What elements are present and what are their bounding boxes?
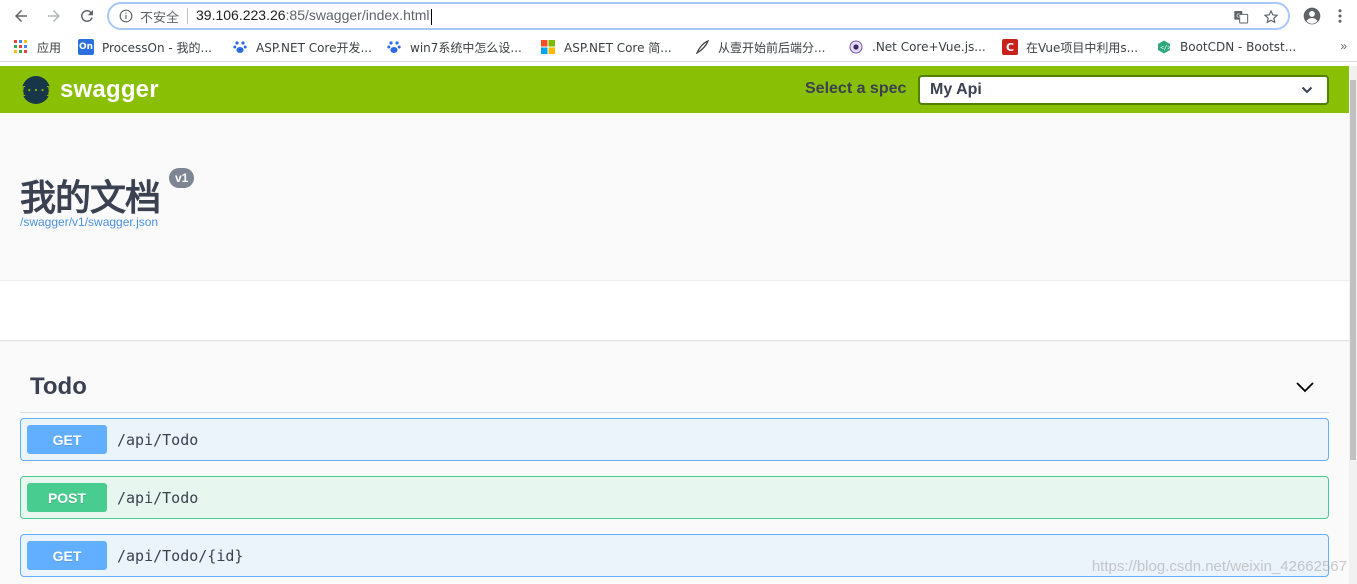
profile-button[interactable] <box>1300 4 1324 28</box>
baidu-paw-icon <box>232 39 248 55</box>
bookmark-label: ASP.NET Core开发... <box>256 40 372 55</box>
bookmark-frontend-backend[interactable]: 从壹开始前后端分... <box>694 38 825 56</box>
security-label[interactable]: 不安全 <box>140 7 179 26</box>
tag-name: Todo <box>30 373 87 400</box>
bookmark-label: ProcessOn - 我的... <box>102 40 212 55</box>
info-icon[interactable] <box>118 8 134 24</box>
swagger-logo-icon: {···} <box>19 76 53 104</box>
forward-button[interactable] <box>42 4 66 28</box>
operation-path: /api/Todo <box>117 431 199 449</box>
feather-icon <box>694 39 710 55</box>
operation-path: /api/Todo <box>117 489 199 507</box>
spec-select-value: My Api <box>930 81 982 98</box>
bookmark-netcore-vue[interactable]: .Net Core+Vue.js... <box>848 38 986 56</box>
csdn-icon: C <box>1002 39 1018 55</box>
bookmark-aspnet-core-intro[interactable]: ASP.NET Core 简... <box>540 38 672 56</box>
reload-button[interactable] <box>75 4 99 28</box>
operation-post-api-todo[interactable]: POST /api/Todo <box>20 476 1329 519</box>
swagger-topbar: {···} swagger Select a spec My Api <box>0 66 1349 113</box>
scheme-container <box>0 282 1349 341</box>
bootcdn-icon: </> <box>1156 39 1172 55</box>
microsoft-logo-icon <box>540 39 556 55</box>
back-button[interactable] <box>9 4 33 28</box>
url-host: 39.106.223.26 <box>196 7 286 24</box>
bookmark-win7[interactable]: win7系统中怎么设... <box>386 38 522 56</box>
translate-icon[interactable]: G <box>1232 8 1250 26</box>
bookmark-label: 在Vue项目中利用s... <box>1026 40 1139 55</box>
browser-window: 不安全 39.106.223.26:85/swagger/index.html … <box>0 0 1357 584</box>
operation-get-api-todo[interactable]: GET /api/Todo <box>20 418 1329 461</box>
method-badge-get: GET <box>27 425 107 454</box>
url-text[interactable]: 39.106.223.26:85/swagger/index.html <box>196 7 432 25</box>
eye-logo-icon <box>848 39 864 55</box>
svg-text:G: G <box>1236 14 1240 20</box>
bookmark-aspnet-core-dev[interactable]: ASP.NET Core开发... <box>232 38 372 56</box>
method-badge-post: POST <box>27 483 107 512</box>
forward-arrow-icon <box>48 10 60 22</box>
bookmark-star-icon[interactable] <box>1262 8 1280 26</box>
bookmark-label: win7系统中怎么设... <box>410 40 522 55</box>
page-scrollbar[interactable] <box>1349 66 1357 584</box>
chevron-down-icon <box>1301 86 1313 94</box>
bookmarks-overflow-button[interactable]: » <box>1340 39 1347 53</box>
bookmark-processon[interactable]: On ProcessOn - 我的... <box>78 38 212 56</box>
bookmark-vue-project[interactable]: C 在Vue项目中利用s... <box>1002 38 1138 56</box>
processon-icon: On <box>78 39 94 55</box>
spec-json-link[interactable]: /swagger/v1/swagger.json <box>20 215 158 229</box>
tag-header-todo[interactable]: Todo <box>20 365 1329 413</box>
account-icon <box>1303 7 1321 25</box>
back-arrow-icon <box>15 10 27 22</box>
swagger-logo-text: swagger <box>60 76 159 103</box>
text-caret <box>430 8 432 25</box>
menu-button[interactable] <box>1328 4 1352 28</box>
chevron-down-icon[interactable] <box>1295 377 1315 397</box>
method-badge-get: GET <box>27 541 107 570</box>
bookmark-bootcdn[interactable]: </> BootCDN - Bootst... <box>1156 38 1296 56</box>
api-info-section: 我的文档 v1 /swagger/v1/swagger.json <box>0 113 1349 281</box>
swagger-logo[interactable]: {···} swagger <box>19 76 159 104</box>
baidu-paw-icon <box>386 39 402 55</box>
bookmarks-bar: 应用 On ProcessOn - 我的... ASP.NET Core开发..… <box>0 32 1357 62</box>
bookmark-label: 从壹开始前后端分... <box>718 40 826 55</box>
bookmark-label: ASP.NET Core 简... <box>564 40 672 55</box>
watermark-text: https://blog.csdn.net/weixin_42662567 <box>1091 558 1347 575</box>
bookmark-label: BootCDN - Bootst... <box>1180 40 1297 54</box>
svg-text:</>: </> <box>1160 45 1171 52</box>
url-path: :85/swagger/index.html <box>285 7 430 24</box>
address-bar-actions: G <box>1232 8 1280 26</box>
api-title: 我的文档 <box>20 178 161 219</box>
bookmark-label: 应用 <box>37 40 62 55</box>
operation-path: /api/Todo/{id} <box>117 547 244 565</box>
version-badge: v1 <box>169 168 195 188</box>
bookmark-apps[interactable]: 应用 <box>13 38 61 56</box>
kebab-menu-icon <box>1338 9 1342 23</box>
select-spec-label: Select a spec <box>805 80 907 97</box>
reload-icon <box>80 9 93 22</box>
bookmark-label: .Net Core+Vue.js... <box>872 40 986 54</box>
scrollbar-thumb[interactable] <box>1350 80 1356 460</box>
address-separator <box>187 8 189 24</box>
address-bar[interactable]: 不安全 39.106.223.26:85/swagger/index.html … <box>107 2 1290 30</box>
apps-grid-icon <box>13 39 29 55</box>
spec-select[interactable]: My Api <box>918 75 1329 105</box>
browser-toolbar: 不安全 39.106.223.26:85/swagger/index.html … <box>0 0 1357 32</box>
